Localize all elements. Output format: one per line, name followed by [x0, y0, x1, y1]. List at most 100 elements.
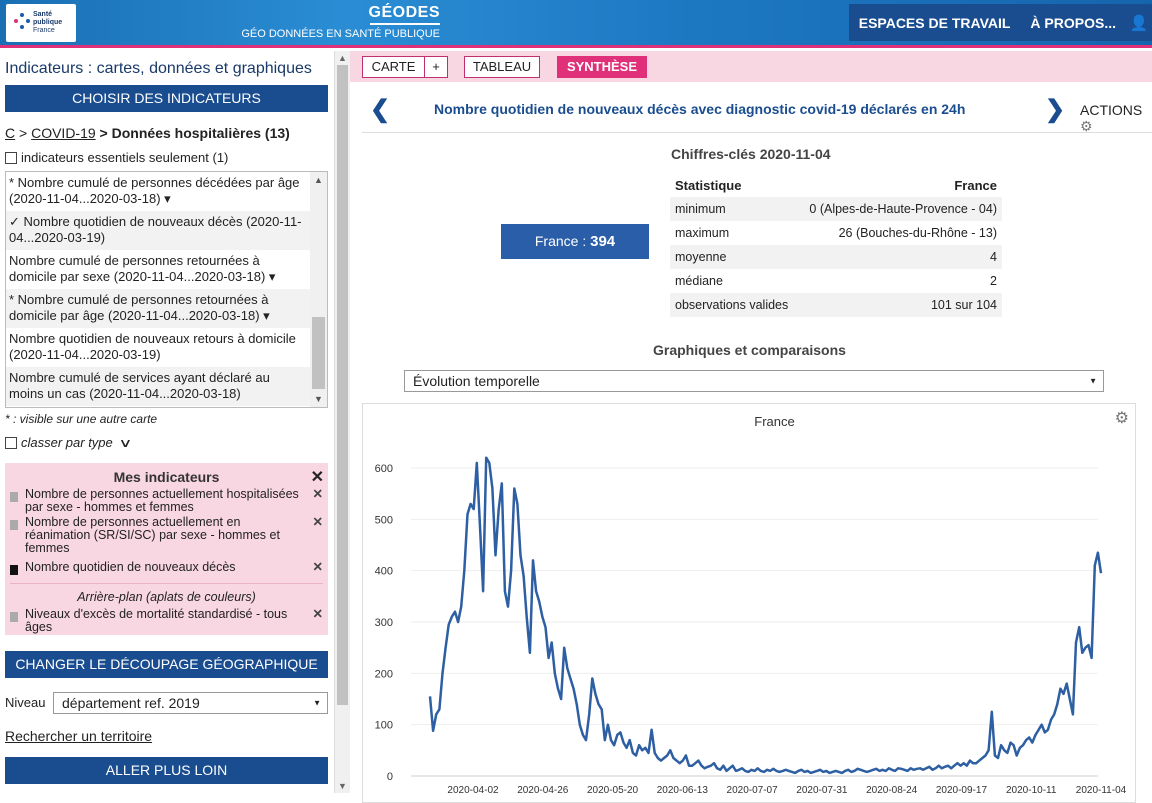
logo-dots-icon: [14, 13, 30, 31]
table-row: médiane 2: [675, 274, 997, 288]
key-figures-title: Chiffres-clés 2020-11-04: [671, 146, 831, 162]
remove-icon[interactable]: ✕: [309, 516, 323, 555]
previous-arrow-icon[interactable]: ❮: [370, 95, 390, 124]
change-geo-button[interactable]: CHANGER LE DÉCOUPAGE GÉOGRAPHIQUE: [5, 651, 328, 678]
indicator-list[interactable]: * Nombre cumulé de personnes décédées pa…: [5, 171, 328, 408]
remove-icon[interactable]: ✕: [309, 608, 323, 634]
top-nav: ESPACES DE TRAVAIL À PROPOS... 👤: [848, 4, 1152, 41]
search-territory-link[interactable]: Rechercher un territoire: [5, 728, 152, 744]
chevron-down-icon[interactable]: ∨: [118, 436, 132, 450]
main-panel: CARTE + TABLEAU SYNTHÈSE ❮ Nombre quotid…: [350, 51, 1152, 803]
app-title: GÉODES: [368, 4, 440, 21]
breadcrumb-current: Données hospitalières (13): [111, 125, 290, 141]
table-row: Statistique France: [675, 177, 997, 193]
table-row: moyenne 4: [670, 245, 1002, 269]
remove-icon[interactable]: ✕: [309, 488, 323, 514]
mes-item[interactable]: Nombre quotidien de nouveaux décès ✕: [10, 561, 323, 575]
y-tick-label: 0: [387, 771, 393, 783]
remove-icon[interactable]: ✕: [309, 561, 323, 575]
tab-tableau[interactable]: TABLEAU: [464, 56, 540, 78]
scroll-up-icon[interactable]: ▲: [314, 175, 323, 185]
list-scroll-thumb[interactable]: [312, 317, 325, 389]
y-tick-label: 200: [375, 668, 393, 680]
tab-add-map[interactable]: +: [424, 56, 448, 78]
stats-table: Statistique France minimum 0 (Alpes-de-Hau…: [670, 173, 1002, 317]
graph-type-select[interactable]: Évolution temporelle ▼: [404, 370, 1104, 392]
indicator-title: Nombre quotidien de nouveaux décès avec …: [434, 101, 966, 117]
divider: [362, 132, 1152, 133]
mes-item[interactable]: Nombre de personnes actuellement hospita…: [10, 488, 323, 514]
left-scroll-thumb[interactable]: [337, 65, 348, 705]
table-row: observations valides 101 sur 104: [670, 293, 1002, 317]
dropdown-arrow-icon: ▼: [1089, 376, 1097, 386]
level-select[interactable]: département ref. 2019 ▼: [53, 692, 328, 714]
document-icon: [10, 612, 18, 622]
chart-container: ⚙ France 0 100 200 300 400 500 600 2020-04-02 202…: [362, 403, 1136, 803]
classer-checkbox[interactable]: [5, 436, 17, 449]
france-value-badge[interactable]: France : 394: [501, 224, 649, 259]
view-tabs: CARTE + TABLEAU SYNTHÈSE: [350, 51, 1152, 82]
nav-espaces-de-travail[interactable]: ESPACES DE TRAVAIL: [849, 15, 1021, 31]
x-tick-label: 2020-05-20: [587, 785, 639, 796]
series-line: [428, 456, 1103, 775]
dropdown-arrow-icon: ▼: [313, 698, 321, 708]
panel-title: Indicateurs : cartes, données et graphiq…: [5, 60, 312, 77]
divider: [10, 583, 323, 584]
actions-menu[interactable]: ACTIONS ⚙: [1080, 102, 1152, 135]
y-tick-label: 600: [375, 463, 393, 475]
left-panel-scrollbar[interactable]: ▲ ▼: [334, 51, 350, 793]
scroll-down-icon[interactable]: ▼: [314, 394, 323, 404]
scroll-down-icon[interactable]: ▼: [338, 781, 347, 791]
y-tick-label: 300: [375, 617, 393, 629]
table-row: maximum 26 (Bouches-du-Rhône - 13): [675, 226, 997, 240]
breadcrumb: C > COVID-19 > Données hospitalières (13…: [5, 125, 290, 141]
scroll-up-icon[interactable]: ▲: [338, 53, 347, 63]
document-icon: [10, 520, 18, 530]
line-chart: France 0 100 200 300 400 500 600 2020-04-02 2020-…: [375, 414, 1127, 796]
left-panel: Indicateurs : cartes, données et graphiq…: [0, 51, 334, 793]
app-header: Santé publique France GÉODES GÉO DONNÉES E…: [0, 0, 1152, 48]
close-icon[interactable]: ✕: [311, 467, 324, 487]
chart-title: France: [754, 414, 794, 429]
user-icon[interactable]: 👤: [1126, 14, 1152, 32]
list-scrollbar[interactable]: ▲ ▼: [310, 172, 327, 407]
santepubliquefrance-logo[interactable]: Santé publique France: [6, 4, 76, 42]
x-tick-label: 2020-04-02: [447, 785, 499, 796]
classer-par-type-row[interactable]: classer par type ∨: [5, 435, 132, 450]
list-item[interactable]: Nombre quotidien de nouveaux retours à d…: [6, 328, 327, 367]
list-item[interactable]: * Nombre cumulé de personnes retournées …: [6, 289, 327, 328]
essentials-checkbox-row[interactable]: indicateurs essentiels seulement (1): [5, 150, 228, 165]
next-arrow-icon[interactable]: ❯: [1045, 95, 1065, 124]
list-item[interactable]: Nombre cumulé de services ayant déclaré …: [6, 367, 327, 406]
classer-label: classer par type: [21, 435, 113, 450]
x-tick-label: 2020-11-04: [1076, 785, 1127, 796]
list-item[interactable]: Nombre cumulé de personnes retournées à …: [6, 250, 327, 289]
background-layer-title: Arrière-plan (aplats de couleurs): [77, 590, 256, 604]
go-further-button[interactable]: ALLER PLUS LOIN: [5, 757, 328, 784]
visible-note: * : visible sur une autre carte: [5, 412, 158, 426]
app-brand[interactable]: GÉODES GÉO DONNÉES EN SANTÉ PUBLIQUE: [210, 4, 440, 40]
list-item[interactable]: ✓ Nombre quotidien de nouveaux décès (20…: [6, 211, 327, 250]
mes-bg-item[interactable]: Niveaux d'excès de mortalité standardisé…: [10, 608, 323, 634]
tab-synthese[interactable]: SYNTHÈSE: [557, 56, 647, 78]
x-tick-label: 2020-07-31: [796, 785, 848, 796]
graphs-title: Graphiques et comparaisons: [653, 342, 846, 358]
nav-a-propos[interactable]: À PROPOS...: [1020, 15, 1126, 31]
document-icon: [10, 492, 18, 502]
essentials-checkbox[interactable]: [5, 151, 17, 164]
y-tick-label: 500: [375, 514, 393, 526]
x-tick-label: 2020-07-07: [727, 785, 779, 796]
x-tick-label: 2020-09-17: [936, 785, 988, 796]
document-icon: [10, 565, 18, 575]
y-tick-label: 400: [375, 566, 393, 578]
tab-carte[interactable]: CARTE: [362, 56, 425, 78]
table-row: minimum 0 (Alpes-de-Haute-Provence - 04): [670, 197, 1002, 221]
breadcrumb-covid-link[interactable]: COVID-19: [31, 125, 96, 141]
y-tick-label: 100: [375, 720, 393, 732]
x-tick-label: 2020-04-26: [517, 785, 569, 796]
choose-indicators-button[interactable]: CHOISIR DES INDICATEURS: [5, 85, 328, 112]
breadcrumb-root-link[interactable]: C: [5, 125, 15, 141]
x-tick-label: 2020-06-13: [657, 785, 709, 796]
mes-item[interactable]: Nombre de personnes actuellement en réan…: [10, 516, 323, 555]
list-item[interactable]: * Nombre cumulé de personnes décédées pa…: [6, 172, 327, 211]
